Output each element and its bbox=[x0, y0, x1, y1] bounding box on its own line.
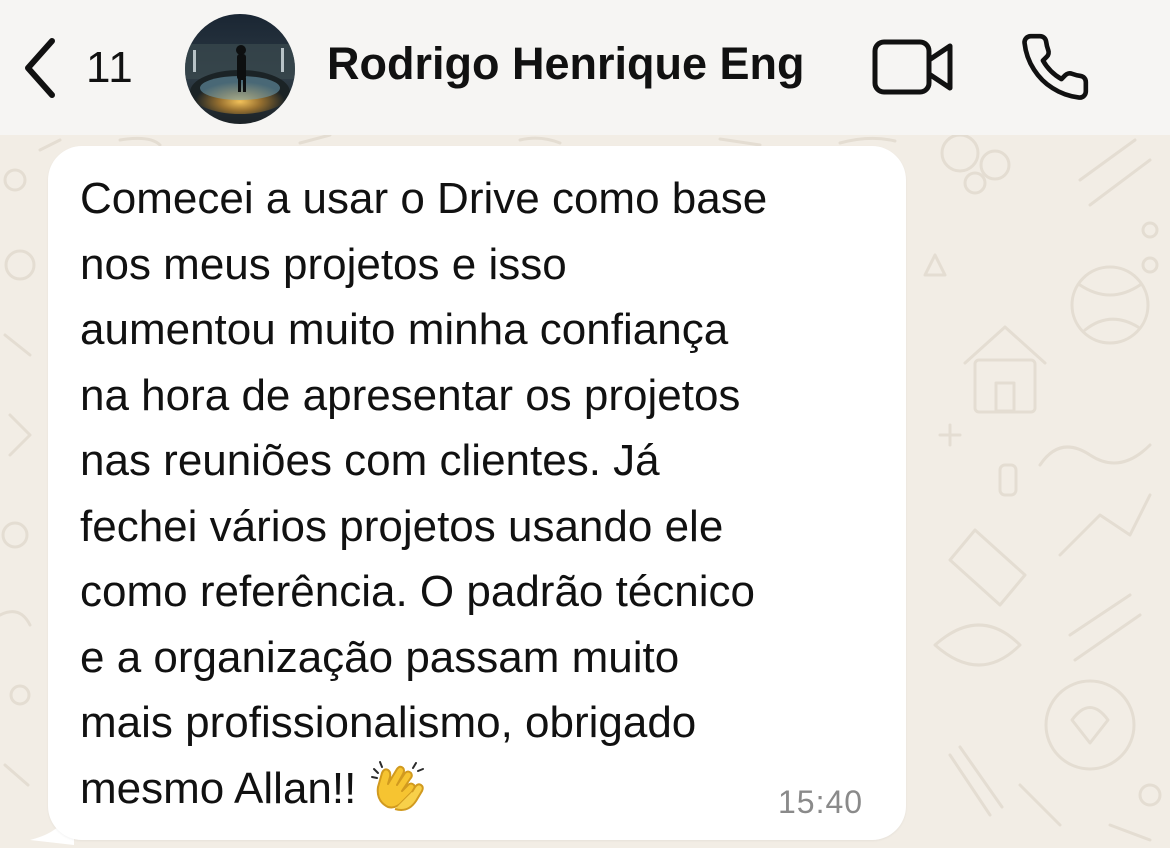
contact-avatar[interactable] bbox=[185, 14, 295, 124]
message-timestamp: 15:40 bbox=[778, 784, 864, 820]
message-text: Comecei a usar o Drive como base nos meu… bbox=[80, 166, 892, 833]
voice-call-button[interactable] bbox=[1018, 30, 1092, 104]
video-call-button[interactable] bbox=[870, 34, 958, 100]
unread-count: 11 bbox=[86, 43, 134, 92]
phone-icon bbox=[1022, 33, 1089, 100]
back-button[interactable]: 11 bbox=[22, 30, 134, 106]
video-camera-icon bbox=[872, 39, 953, 95]
clapping-hands-emoji bbox=[368, 757, 426, 834]
message-text-content: Comecei a usar o Drive como base nos meu… bbox=[80, 174, 768, 813]
chat-header: 11 Rodrigo Henrique Eng bbox=[0, 0, 1170, 135]
chevron-left-icon bbox=[25, 38, 55, 98]
contact-name[interactable]: Rodrigo Henrique Eng bbox=[327, 38, 805, 90]
